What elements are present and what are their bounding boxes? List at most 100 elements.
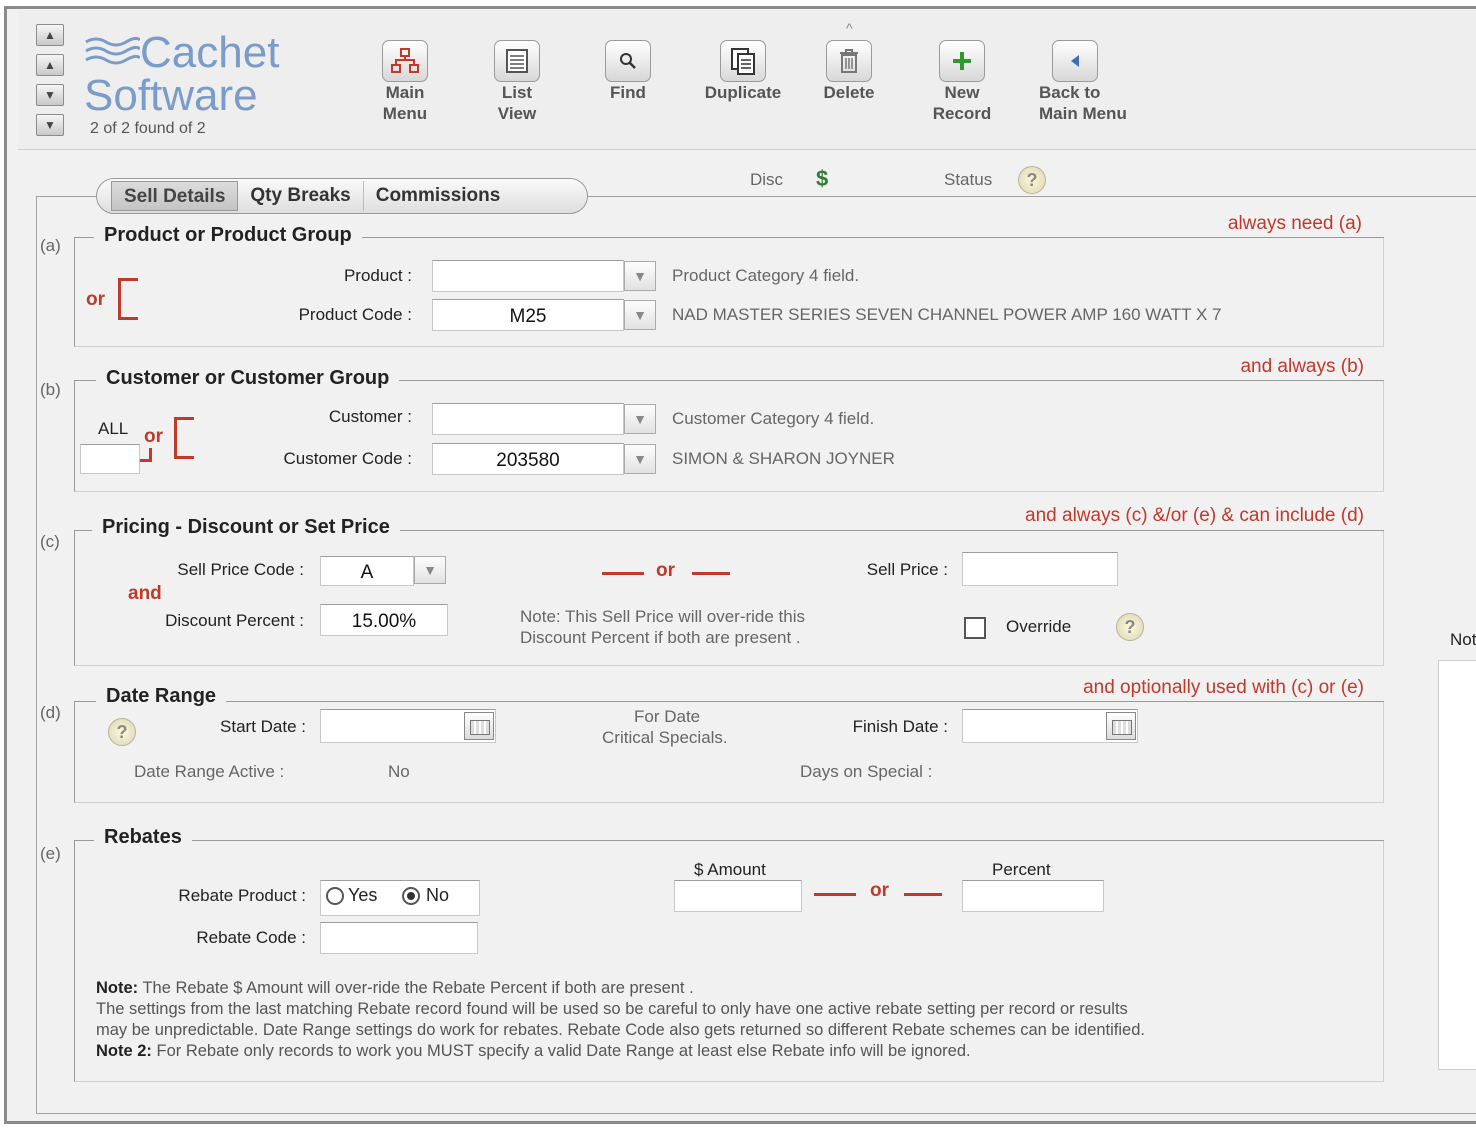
main-menu-button[interactable]: Main Menu	[345, 40, 465, 124]
customer-code-label: Customer Code :	[283, 449, 413, 468]
all-customers-field[interactable]	[80, 444, 140, 474]
note-line3: may be unpredictable. Date Range setting…	[96, 1021, 1145, 1039]
rebate-yes-radio[interactable]	[326, 887, 344, 905]
date-range-active-value: No	[388, 762, 410, 781]
previous-record-button[interactable]: ▲	[36, 54, 64, 76]
for-date-line2: Critical Specials.	[602, 728, 728, 747]
override-label: Override	[1006, 617, 1072, 636]
list-view-label: List View	[497, 83, 537, 123]
customer-dropdown-button[interactable]: ▼	[624, 404, 656, 434]
discount-percent-field[interactable]: 15.00%	[320, 604, 448, 636]
note2-bold: Note 2:	[96, 1042, 152, 1060]
override-help-icon[interactable]: ?	[1116, 613, 1144, 641]
for-date-line1: For Date	[634, 707, 701, 726]
status-label: Status	[944, 170, 993, 189]
override-checkbox[interactable]	[964, 617, 986, 639]
rebate-amount-field[interactable]	[674, 880, 802, 912]
note-bold: Note:	[96, 979, 139, 997]
product-description: Product Category 4 field.	[672, 266, 860, 285]
first-record-icon: ▲	[44, 28, 56, 42]
customer-code-dropdown-button[interactable]: ▼	[624, 444, 656, 474]
start-date-calendar-icon[interactable]	[464, 712, 494, 740]
new-record-button[interactable]: New Record	[902, 40, 1022, 124]
or-dash-left	[602, 572, 644, 575]
customer-field[interactable]	[432, 403, 624, 435]
main-menu-label: Main Menu	[382, 83, 428, 123]
customer-label: Customer :	[328, 407, 412, 426]
finish-date-calendar-icon[interactable]	[1106, 712, 1136, 740]
status-help-icon[interactable]: ?	[1018, 166, 1046, 194]
section-d-top-line	[74, 701, 1384, 702]
sell-price-code-field[interactable]: A	[320, 556, 414, 586]
dollar-icon[interactable]: $	[816, 166, 828, 192]
rebate-or-dash-left	[814, 893, 856, 896]
next-record-icon: ▼	[44, 88, 56, 102]
product-code-label: Product Code :	[298, 305, 412, 324]
product-label: Product :	[343, 266, 412, 285]
logo-waves-icon	[85, 36, 140, 65]
section-b-title: Customer or Customer Group	[96, 367, 400, 390]
last-record-button[interactable]: ▼	[36, 114, 64, 136]
rebate-or-dash-right	[904, 893, 942, 896]
tab-sell-details[interactable]: Sell Details	[111, 181, 239, 211]
duplicate-button[interactable]: Duplicate	[683, 40, 803, 103]
content-left-border	[36, 196, 37, 1114]
duplicate-icon	[720, 40, 766, 82]
tab-qty-breaks[interactable]: Qty Breaks	[238, 181, 364, 211]
section-b-letter: (b)	[40, 380, 61, 399]
duplicate-label: Duplicate	[704, 83, 782, 102]
section-c-or: or	[656, 560, 675, 581]
product-code-field[interactable]: M25	[432, 299, 624, 331]
section-e-top-line	[74, 840, 1384, 841]
product-dropdown-button[interactable]: ▼	[624, 261, 656, 291]
section-c-letter: (c)	[40, 532, 60, 551]
section-e-title: Rebates	[94, 826, 192, 849]
section-a-or: or	[86, 289, 105, 310]
finish-date-label: Finish Date :	[852, 717, 948, 736]
first-record-button[interactable]: ▲	[36, 24, 64, 46]
rebate-yes-label: Yes	[348, 885, 378, 905]
percent-label: Percent	[992, 860, 1051, 879]
section-b-or: or	[144, 426, 163, 447]
rebate-code-label: Rebate Code :	[196, 928, 306, 947]
sell-price-code-dropdown-button[interactable]: ▼	[414, 556, 446, 584]
amount-label: $ Amount	[694, 860, 766, 879]
chevron-down-icon: ▼	[633, 268, 647, 284]
all-connector	[140, 448, 152, 462]
last-record-icon: ▼	[44, 118, 56, 132]
delete-button[interactable]: Delete	[789, 40, 909, 103]
trash-icon	[826, 40, 872, 82]
rebate-percent-field[interactable]	[962, 880, 1104, 912]
chevron-down-icon: ▼	[633, 411, 647, 427]
content-bottom-border	[36, 1113, 1476, 1114]
list-view-button[interactable]: List View	[457, 40, 577, 124]
section-a-note: always need (a)	[1060, 213, 1362, 235]
sell-price-code-label: Sell Price Code :	[177, 560, 304, 579]
delete-label: Delete	[823, 83, 875, 102]
product-code-description: NAD MASTER SERIES SEVEN CHANNEL POWER AM…	[672, 305, 1222, 324]
back-to-main-menu-button[interactable]: Back to Main Menu	[1015, 40, 1135, 124]
section-c-and: and	[128, 583, 162, 604]
product-field[interactable]	[432, 260, 624, 292]
side-notes-field[interactable]	[1438, 660, 1476, 1070]
find-button[interactable]: Find	[568, 40, 688, 103]
date-range-help-icon[interactable]: ?	[108, 718, 136, 746]
rebate-or: or	[870, 880, 889, 901]
back-arrow-icon	[1052, 40, 1098, 82]
product-code-dropdown-button[interactable]: ▼	[624, 300, 656, 330]
section-b-note: and always (b)	[1100, 356, 1364, 378]
found-count: 2 of 2 found of 2	[90, 120, 206, 137]
side-panel-label: Not	[1450, 630, 1476, 649]
logo-software: Software	[84, 71, 258, 120]
delete-caret: ^	[846, 20, 853, 36]
tab-commissions[interactable]: Commissions	[364, 181, 513, 211]
magnifier-icon	[605, 40, 651, 82]
rebate-code-field[interactable]	[320, 922, 478, 954]
customer-code-field[interactable]: 203580	[432, 443, 624, 475]
next-record-button[interactable]: ▼	[36, 84, 64, 106]
radio-selected-dot	[407, 892, 415, 900]
plus-icon	[939, 40, 985, 82]
rebate-no-radio[interactable]	[402, 887, 420, 905]
discount-percent-label: Discount Percent :	[165, 611, 304, 630]
sell-price-field[interactable]	[962, 552, 1118, 586]
